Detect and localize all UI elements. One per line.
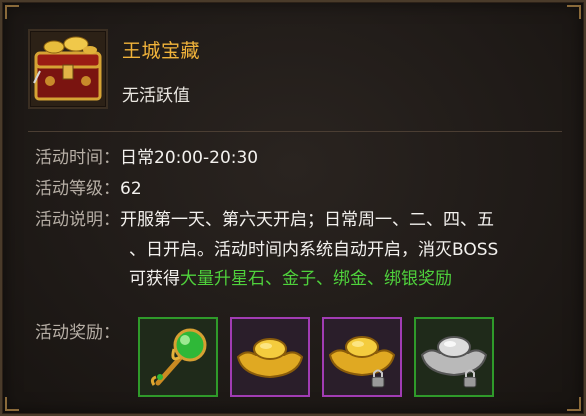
level-value: 62 <box>120 179 142 199</box>
reward-slot-1[interactable] <box>138 317 218 397</box>
bound-gold-ingot-icon <box>328 336 396 388</box>
description-line-3-prefix: 可获得 <box>129 269 180 289</box>
treasure-chest-icon <box>28 29 108 109</box>
description-line-1: 开服第一天、第六天开启；日常周一、二、四、五 <box>120 210 494 230</box>
rewards-label: 活动奖励： <box>35 323 120 343</box>
description-line-3: 可获得大量升星石、金子、绑金、绑银奖励 <box>129 264 452 289</box>
reward-slot-3[interactable] <box>322 317 402 397</box>
event-subtitle: 无活跃值 <box>122 86 190 106</box>
description-line-2: 、日开启。活动时间内系统自动开启，消灭BOSS <box>129 240 499 260</box>
reward-slot-2[interactable] <box>230 317 310 397</box>
corner-ornament <box>5 397 19 411</box>
event-title: 王城宝藏 <box>122 40 201 62</box>
reward-slot-4[interactable] <box>414 317 494 397</box>
description-label: 活动说明： <box>35 210 120 230</box>
time-value: 日常20:00-20:30 <box>120 148 259 168</box>
gold-ingot-icon <box>236 338 304 379</box>
corner-ornament <box>567 397 581 411</box>
level-row: 活动等级：62 <box>35 174 142 199</box>
green-gem-staff-icon <box>150 328 207 386</box>
bound-silver-ingot-icon <box>420 336 488 388</box>
time-row: 活动时间：日常20:00-20:30 <box>35 143 258 168</box>
time-label: 活动时间： <box>35 148 120 168</box>
event-tooltip-panel: 王城宝藏 无活跃值 活动时间：日常20:00-20:30 活动等级：62 活动说… <box>0 0 586 416</box>
description-row: 活动说明：开服第一天、第六天开启；日常周一、二、四、五 <box>35 205 494 230</box>
corner-ornament <box>567 5 581 19</box>
reward-highlight-text: 大量升星石、金子、绑金、绑银奖励 <box>180 269 452 289</box>
corner-ornament <box>5 5 19 19</box>
level-label: 活动等级： <box>35 179 120 199</box>
divider <box>28 131 562 132</box>
